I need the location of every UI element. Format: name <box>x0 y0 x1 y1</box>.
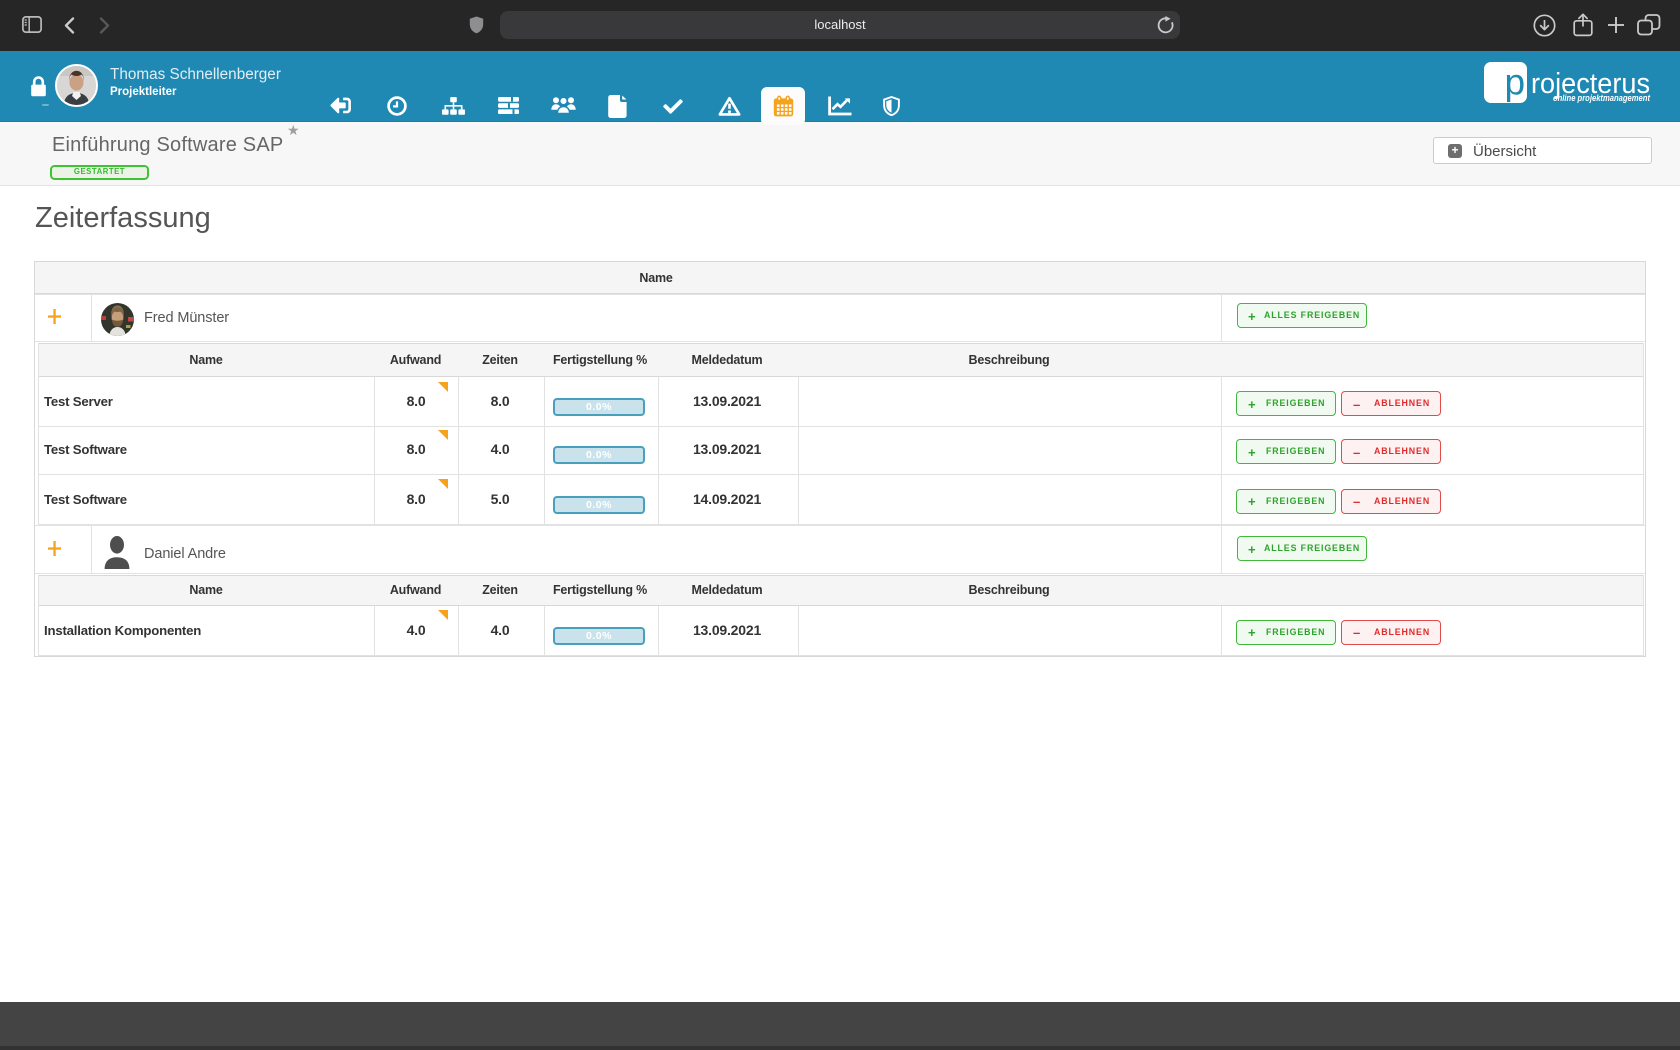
svg-text:online projektmanagement: online projektmanagement <box>1553 93 1651 103</box>
svg-text:p: p <box>1505 62 1526 103</box>
